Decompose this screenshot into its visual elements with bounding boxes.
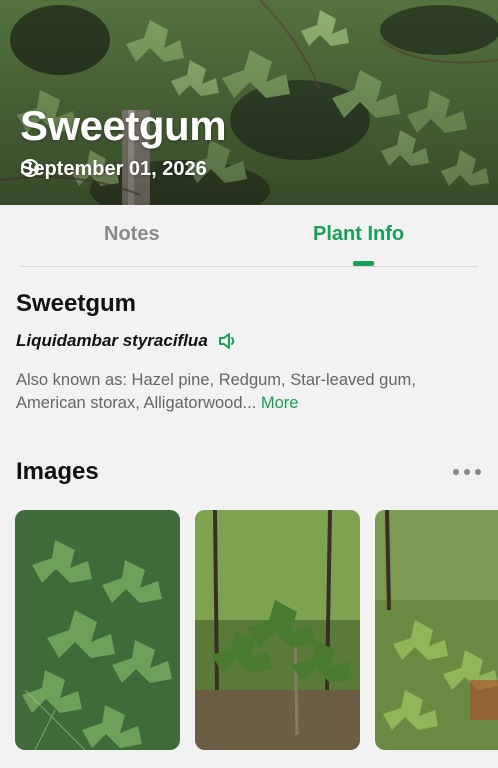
leaves-photo: [15, 510, 180, 750]
hero-date: September 01, 2026: [20, 158, 207, 181]
plant-common-name: Sweetgum: [16, 290, 137, 317]
scientific-name-row: Liquidambar styraciflua: [16, 331, 240, 351]
shrub-photo: [375, 510, 498, 750]
image-thumbnail-3[interactable]: [375, 510, 498, 750]
more-dots-icon[interactable]: [453, 468, 481, 476]
image-thumbnail-2[interactable]: [195, 510, 360, 750]
hero-date-text: September 01, 2026: [20, 158, 207, 180]
dot: [464, 469, 470, 475]
also-known-as: Also known as: Hazel pine, Redgum, Star-…: [16, 369, 486, 415]
images-section-title: Images: [16, 458, 99, 485]
tab-bar: Notes Plant Info: [0, 205, 498, 267]
tab-notes[interactable]: Notes: [104, 223, 160, 246]
plant-scientific-name: Liquidambar styraciflua: [16, 331, 208, 350]
clock-icon: [21, 159, 39, 177]
hero-banner: Sweetgum September 01, 2026: [0, 0, 498, 205]
more-link[interactable]: More: [261, 394, 299, 412]
speaker-icon[interactable]: [218, 332, 240, 350]
tree-photo: [195, 510, 360, 750]
tab-plant-info[interactable]: Plant Info: [313, 223, 404, 246]
dot: [453, 469, 459, 475]
dot: [475, 469, 481, 475]
hero-title: Sweetgum: [20, 102, 227, 149]
also-known-as-text: Also known as: Hazel pine, Redgum, Star-…: [16, 371, 416, 412]
tab-divider: [20, 266, 478, 267]
image-thumbnail-1[interactable]: [15, 510, 180, 750]
